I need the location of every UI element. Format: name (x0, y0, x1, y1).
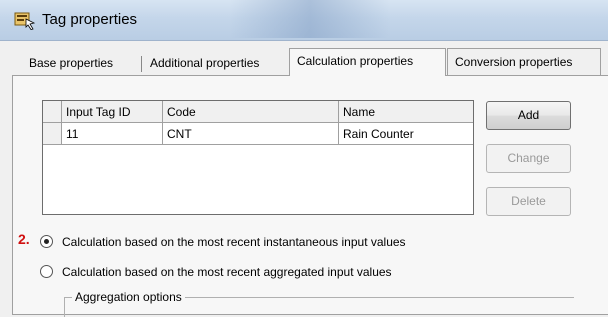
delete-button[interactable]: Delete (486, 187, 571, 216)
input-tags-grid[interactable]: Input Tag ID Code Name 11 CNT Rain Count… (42, 100, 474, 215)
radio-label-aggregated: Calculation based on the most recent agg… (62, 264, 392, 279)
tab-conversion-properties[interactable]: Conversion properties (447, 48, 601, 75)
radio-label-instantaneous: Calculation based on the most recent ins… (62, 234, 406, 249)
column-header-input-tag-id[interactable]: Input Tag ID (62, 101, 163, 123)
tag-properties-icon (14, 10, 36, 30)
column-header-code[interactable]: Code (163, 101, 339, 123)
column-header-name[interactable]: Name (339, 101, 473, 123)
tab-separator (141, 56, 142, 72)
radio-option-instantaneous[interactable]: Calculation based on the most recent ins… (40, 231, 406, 251)
cell-input-tag-id[interactable]: 11 (62, 123, 163, 145)
annotation-marker-2: 2. (18, 231, 30, 247)
cell-code[interactable]: CNT (163, 123, 339, 145)
tab-base-properties[interactable]: Base properties (22, 52, 120, 74)
radio-button-unchecked[interactable] (40, 265, 53, 279)
groupbox-border-left (64, 297, 65, 317)
cell-name[interactable]: Rain Counter (339, 123, 473, 145)
row-indicator[interactable] (43, 123, 62, 145)
window-titlebar: Tag properties (0, 0, 608, 41)
grid-corner (43, 101, 62, 123)
tab-calculation-properties[interactable]: Calculation properties (289, 48, 446, 76)
radio-option-aggregated[interactable]: Calculation based on the most recent agg… (40, 261, 392, 281)
change-button[interactable]: Change (486, 144, 571, 173)
tab-additional-properties[interactable]: Additional properties (143, 52, 266, 74)
add-button[interactable]: Add (486, 101, 571, 130)
titlebar-glare (230, 0, 390, 38)
aggregation-options-group: Aggregation options (64, 290, 584, 317)
radio-button-checked[interactable] (40, 235, 53, 249)
window-title: Tag properties (42, 11, 138, 28)
